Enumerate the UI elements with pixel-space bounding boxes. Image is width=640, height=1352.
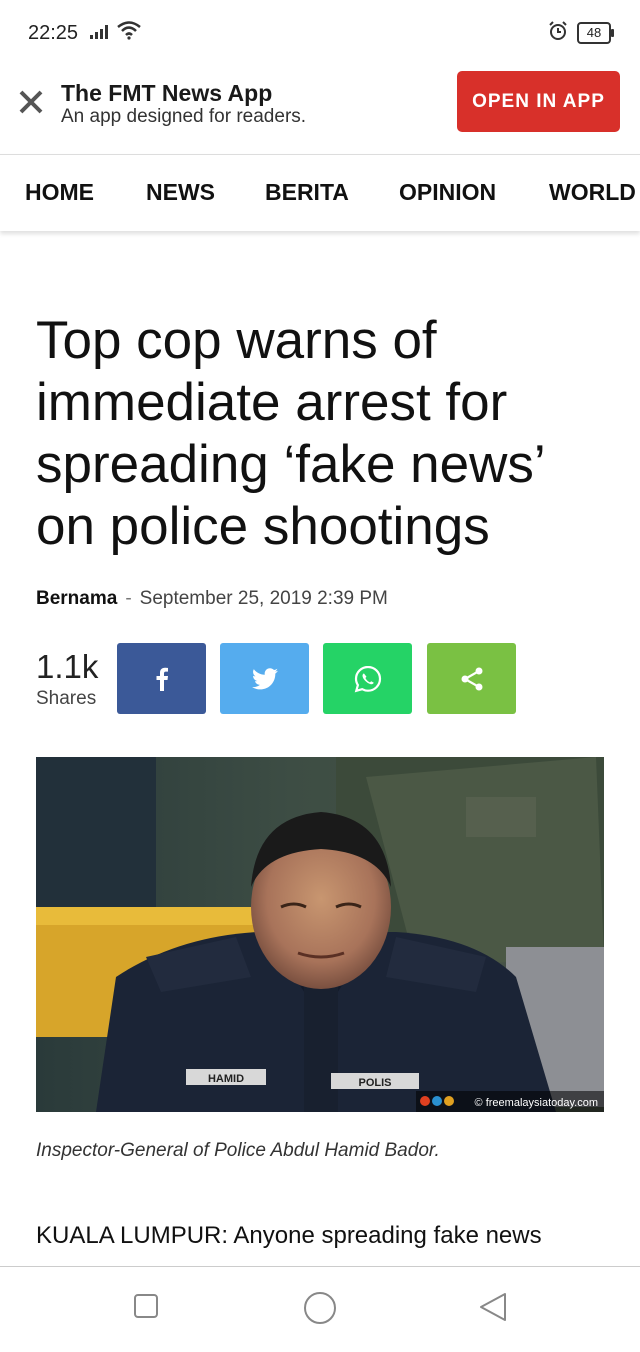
back-icon[interactable] xyxy=(478,1291,508,1323)
share-label: Shares xyxy=(36,688,97,709)
nav-home[interactable]: HOME xyxy=(25,179,94,206)
nav-world[interactable]: WORLD xyxy=(549,179,636,206)
nav-berita[interactable]: BERITA xyxy=(265,179,349,206)
status-bar: 22:25 48 xyxy=(0,0,640,64)
article-headline: Top cop warns of immediate arrest for sp… xyxy=(36,311,544,556)
share-counter: 1.1k Shares xyxy=(36,648,98,710)
battery-indicator: 48 xyxy=(577,22,614,44)
app-banner: The FMT News App An app designed for rea… xyxy=(0,64,640,154)
share-icon xyxy=(461,667,482,690)
banner-title: The FMT News App xyxy=(61,80,273,106)
share-count: 1.1k xyxy=(36,648,99,685)
signal-icon xyxy=(90,25,108,39)
byline: Bernama - September 25, 2019 2:39 PM xyxy=(36,588,388,610)
home-icon[interactable] xyxy=(303,1291,337,1325)
facebook-share-button[interactable] xyxy=(117,643,206,714)
alarm-icon xyxy=(549,21,567,40)
author-link[interactable]: Bernama xyxy=(36,588,117,609)
close-icon[interactable] xyxy=(18,89,44,115)
polis-tag-text: POLIS xyxy=(358,1077,391,1089)
twitter-icon xyxy=(251,667,278,689)
nav-news[interactable]: NEWS xyxy=(146,179,215,206)
photo-watermark: © freemalaysiatoday.com xyxy=(475,1097,598,1109)
battery-level: 48 xyxy=(586,25,602,40)
banner-subtitle: An app designed for readers. xyxy=(61,106,307,127)
article-body-first-line: KUALA LUMPUR: Anyone spreading fake news xyxy=(36,1222,542,1249)
byline-separator: - xyxy=(125,588,132,609)
generic-share-button[interactable] xyxy=(427,643,516,714)
photo-caption: Inspector-General of Police Abdul Hamid … xyxy=(36,1140,440,1161)
twitter-share-button[interactable] xyxy=(220,643,309,714)
open-in-app-button[interactable]: OPEN IN APP xyxy=(457,71,620,132)
whatsapp-icon xyxy=(354,665,381,692)
recents-icon[interactable] xyxy=(133,1293,159,1319)
nav-opinion[interactable]: OPINION xyxy=(399,179,496,206)
name-tag-text: HAMID xyxy=(208,1073,244,1085)
system-nav-bar xyxy=(0,1266,640,1352)
police-chief-photo: HAMID POLIS © freemalaysiatoday.com xyxy=(36,757,604,1112)
status-time: 22:25 xyxy=(28,22,79,44)
article-photo: HAMID POLIS © freemalaysiatoday.com xyxy=(36,757,604,1112)
wifi-icon xyxy=(117,21,141,40)
main-nav: HOME NEWS BERITA OPINION WORLD xyxy=(0,154,640,231)
publish-date: September 25, 2019 2:39 PM xyxy=(139,588,388,609)
facebook-icon xyxy=(156,667,168,691)
whatsapp-share-button[interactable] xyxy=(323,643,412,714)
